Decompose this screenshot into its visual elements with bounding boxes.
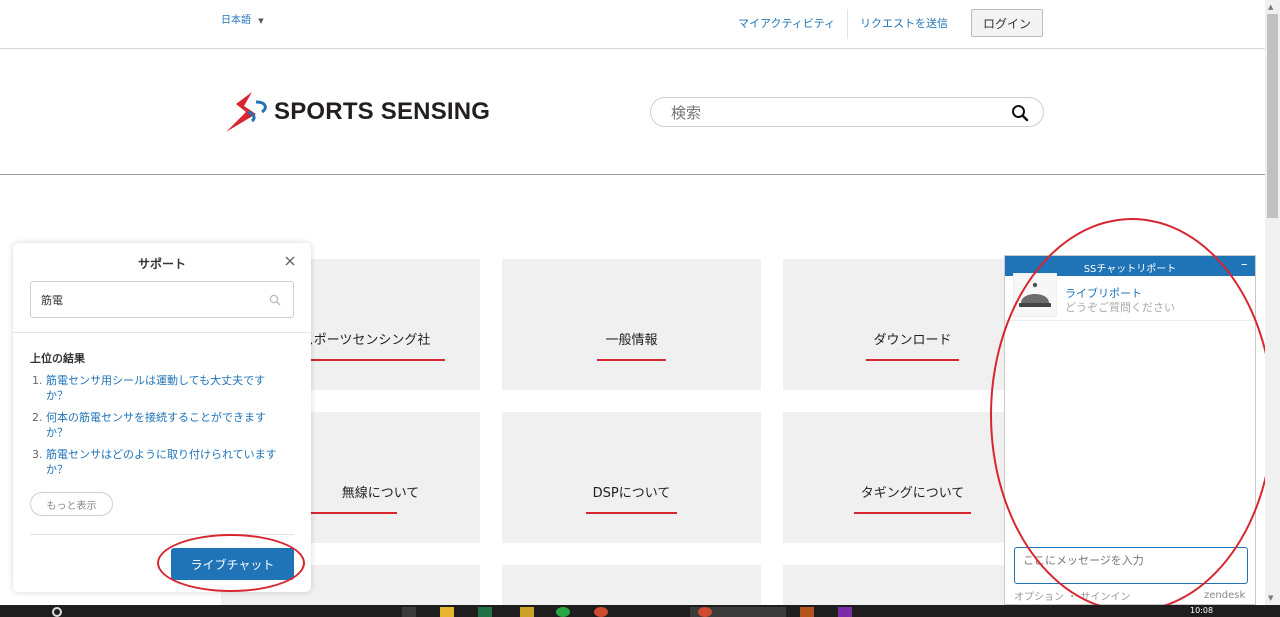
annotation-oval-chat-window: [990, 218, 1274, 612]
search-input[interactable]: [669, 103, 993, 123]
taskbar-app-icon[interactable]: [402, 607, 416, 617]
taskbar-app-icon[interactable]: [800, 607, 814, 617]
system-clock: 10:08: [1190, 606, 1214, 615]
annotation-oval-live-chat: [157, 534, 305, 592]
search-icon[interactable]: [52, 607, 62, 617]
login-button[interactable]: ログイン: [971, 9, 1043, 37]
tile-underline: [866, 359, 959, 361]
taskbar-app-icon[interactable]: [594, 607, 608, 617]
language-selector[interactable]: 日本語 ▼: [221, 11, 264, 26]
language-label: 日本語: [221, 15, 251, 26]
support-widget-title: サポート: [137, 257, 186, 271]
tile-underline: [586, 512, 677, 514]
chevron-down-icon: ▼: [258, 17, 264, 25]
category-tile-general-info[interactable]: 一般情報: [502, 259, 761, 390]
tile-label: 一般情報: [605, 333, 658, 348]
category-tile[interactable]: [502, 565, 761, 605]
taskbar-app-icon[interactable]: [838, 607, 852, 617]
tile-underline: [306, 512, 397, 514]
taskbar-app-icon[interactable]: [520, 607, 534, 617]
result-link-3[interactable]: 筋電センサはどのように取り付けられていますか？: [46, 447, 284, 477]
close-icon[interactable]: [285, 256, 295, 266]
os-taskbar: [0, 605, 1280, 617]
result-number: 1.: [32, 374, 43, 387]
scroll-up-icon[interactable]: ▲: [1268, 3, 1273, 11]
brand-name: SPORTS SENSING: [274, 98, 491, 125]
hero-header: [0, 49, 1265, 175]
folder-icon[interactable]: [440, 607, 454, 617]
spreadsheet-icon[interactable]: [478, 607, 492, 617]
category-tile-dsp[interactable]: DSPについて: [502, 412, 761, 543]
my-activity-link[interactable]: マイアクティビティ: [738, 15, 835, 31]
submit-request-link[interactable]: リクエストを送信: [860, 15, 948, 31]
zendesk-branding: zendesk: [1204, 590, 1246, 601]
scroll-down-icon[interactable]: ▼: [1268, 594, 1273, 602]
browser-icon[interactable]: [556, 607, 570, 617]
tile-underline: [311, 359, 445, 361]
support-search-box[interactable]: [30, 281, 294, 318]
support-search-input[interactable]: [39, 292, 253, 307]
tile-label: DSPについて: [592, 486, 671, 501]
top-navigation-bar: [0, 0, 1265, 49]
result-number: 3.: [32, 448, 43, 461]
tile-underline: [854, 512, 971, 514]
scrollbar-thumb[interactable]: [1267, 14, 1278, 218]
search-box[interactable]: [650, 97, 1044, 127]
minimize-icon[interactable]: –: [1241, 257, 1248, 272]
result-link-2[interactable]: 何本の筋電センサを接続することができますか？: [46, 410, 284, 440]
divider: [13, 332, 311, 333]
result-link-1[interactable]: 筋電センサ用シールは運動しても大丈夫ですか？: [46, 373, 284, 403]
search-icon[interactable]: [269, 294, 281, 306]
search-icon[interactable]: [1011, 104, 1029, 122]
tile-underline: [597, 359, 666, 361]
result-number: 2.: [32, 411, 43, 424]
browser-icon[interactable]: [698, 607, 712, 617]
nav-divider: [847, 9, 848, 39]
sports-sensing-logo-icon[interactable]: [222, 90, 270, 134]
results-heading: 上位の結果: [30, 352, 85, 365]
show-more-button[interactable]: もっと表示: [30, 492, 113, 516]
